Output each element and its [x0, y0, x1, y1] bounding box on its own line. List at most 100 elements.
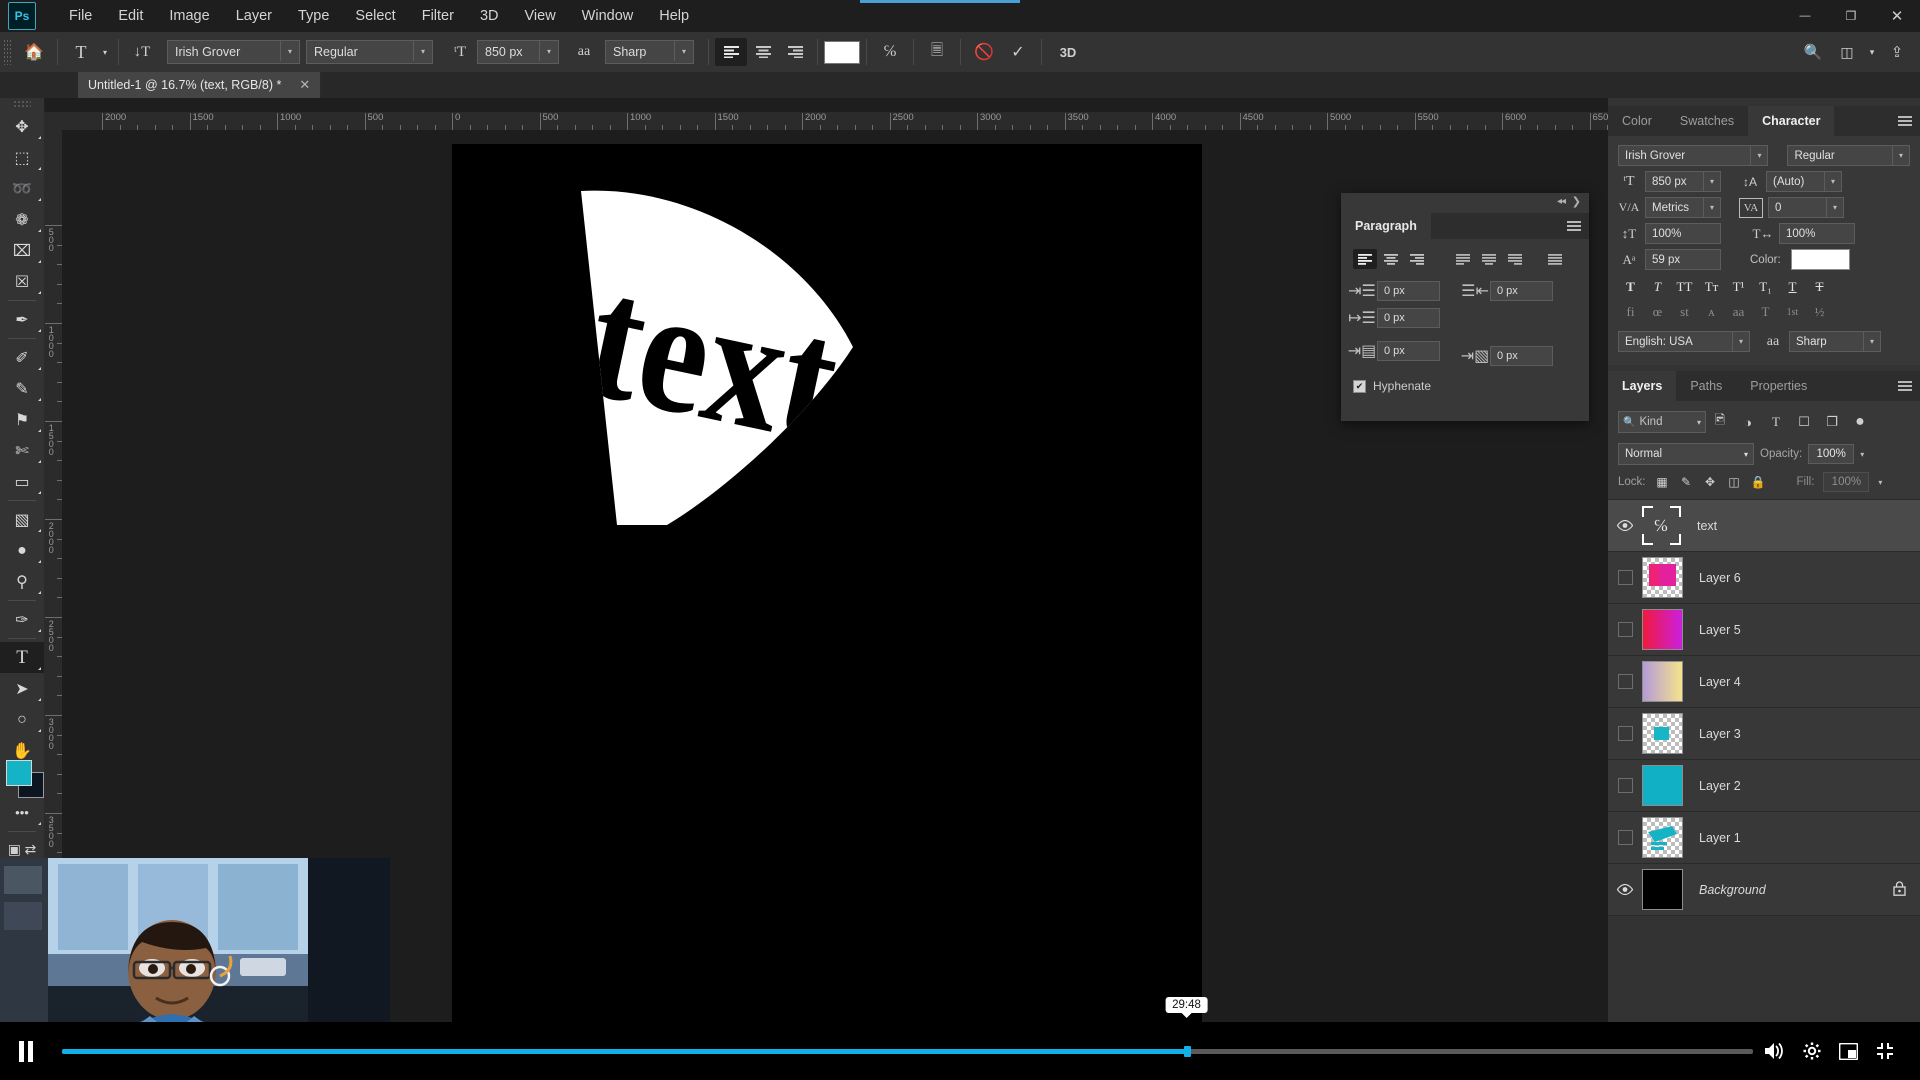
- layer-name[interactable]: text: [1697, 519, 1717, 533]
- chevron-down-icon[interactable]: ▾: [1863, 332, 1880, 351]
- screen-mode-icon[interactable]: ▣: [8, 841, 21, 858]
- video-progress-track[interactable]: 29:48: [62, 997, 1753, 1080]
- superscript-button[interactable]: T¹: [1726, 277, 1751, 297]
- commit-icon[interactable]: ✓: [1001, 38, 1035, 66]
- layer-visibility-toggle[interactable]: [1608, 778, 1642, 793]
- layer-visibility-toggle[interactable]: [1608, 622, 1642, 637]
- blur-tool[interactable]: ●: [0, 535, 44, 566]
- collapse-panel-icon[interactable]: ◂◂: [1557, 196, 1566, 207]
- pixel-filter-icon[interactable]: 🖻: [1706, 411, 1734, 433]
- justify-last-left-button[interactable]: [1451, 249, 1475, 269]
- tab-layers[interactable]: Layers: [1608, 371, 1677, 401]
- document-tab[interactable]: Untitled-1 @ 16.7% (text, RGB/8) * ✕: [78, 72, 322, 98]
- layer-name[interactable]: Layer 3: [1699, 727, 1741, 741]
- chevron-down-icon[interactable]: ▾: [539, 41, 558, 61]
- discretionary-ligatures-button[interactable]: œ: [1645, 302, 1670, 322]
- panel-menu-icon[interactable]: [1898, 381, 1912, 391]
- restore-button[interactable]: ❐: [1828, 0, 1874, 32]
- layer-row[interactable]: Layer 5: [1608, 604, 1920, 656]
- chevron-down-icon[interactable]: ▾: [1744, 450, 1748, 459]
- lock-transparent-pixels-icon[interactable]: ▦: [1655, 475, 1670, 490]
- path-selection-tool[interactable]: ➤: [0, 673, 44, 704]
- text-orientation-icon[interactable]: ↓T: [125, 38, 159, 66]
- ellipse-tool[interactable]: ○: [0, 704, 44, 735]
- tab-properties[interactable]: Properties: [1736, 371, 1821, 401]
- spot-healing-brush-tool[interactable]: ✐: [0, 342, 44, 373]
- smart-object-filter-icon[interactable]: ❐: [1818, 411, 1846, 433]
- lock-position-icon[interactable]: ✥: [1703, 475, 1718, 490]
- baseline-shift-input[interactable]: 59 px: [1645, 249, 1721, 270]
- layer-filter-kind-select[interactable]: 🔍 Kind ▾: [1618, 411, 1706, 433]
- hyphenate-checkbox[interactable]: ✔: [1353, 379, 1366, 393]
- strikethrough-button[interactable]: T: [1807, 277, 1832, 297]
- para-align-left-button[interactable]: [1353, 249, 1377, 269]
- antialias-select[interactable]: Sharp ▾: [605, 40, 694, 64]
- layer-visibility-toggle[interactable]: [1608, 674, 1642, 689]
- chevron-down-icon[interactable]: ▾: [1703, 198, 1720, 217]
- indent-right-margin-input[interactable]: 0 px: [1490, 281, 1553, 301]
- search-icon[interactable]: 🔍: [1796, 38, 1830, 66]
- filter-toggle-switch[interactable]: ●: [1846, 411, 1874, 433]
- type-filter-icon[interactable]: T: [1762, 411, 1790, 433]
- horizontal-ruler[interactable]: 2000 1500 1000 500 0 500 1000 1500 2000 2500 3000 3…: [44, 112, 1608, 131]
- rectangular-marquee-tool[interactable]: ⬚: [0, 142, 44, 173]
- layer-row[interactable]: Layer 3: [1608, 708, 1920, 760]
- chevron-down-icon[interactable]: ▾: [1750, 146, 1767, 165]
- indent-first-line-input[interactable]: 0 px: [1377, 308, 1440, 328]
- volume-icon[interactable]: [1763, 1042, 1785, 1060]
- layer-row[interactable]: Layer 6: [1608, 552, 1920, 604]
- menu-file[interactable]: File: [56, 0, 105, 32]
- fractions-button[interactable]: ½: [1807, 302, 1832, 322]
- toggle-panels-icon[interactable]: 🗏: [920, 38, 954, 66]
- layer-thumbnail[interactable]: [1642, 869, 1683, 910]
- lock-all-icon[interactable]: 🔒: [1751, 475, 1766, 490]
- justify-all-button[interactable]: [1543, 249, 1567, 269]
- horizontal-scale-input[interactable]: 100%: [1779, 223, 1855, 244]
- pen-tool[interactable]: ✑: [0, 604, 44, 635]
- layer-name[interactable]: Layer 5: [1699, 623, 1741, 637]
- chevron-down-icon[interactable]: ▾: [1826, 198, 1843, 217]
- layer-name[interactable]: Layer 6: [1699, 571, 1741, 585]
- gear-icon[interactable]: [1803, 1042, 1821, 1060]
- threed-mode-button[interactable]: 3D: [1048, 38, 1088, 66]
- chevron-down-icon[interactable]: ▾: [413, 41, 432, 61]
- chevron-down-icon[interactable]: ▾: [280, 41, 299, 61]
- adjustment-filter-icon[interactable]: ◑: [1734, 411, 1762, 433]
- layer-thumbnail[interactable]: [1642, 765, 1683, 806]
- chevron-down-icon[interactable]: ▾: [1878, 478, 1882, 487]
- layer-visibility-eye-icon[interactable]: [1608, 520, 1642, 531]
- chevron-down-icon[interactable]: ▾: [1697, 418, 1701, 427]
- char-font-size-input[interactable]: 850 px ▾: [1645, 171, 1721, 192]
- arrange-documents-icon[interactable]: ◫: [1830, 38, 1864, 66]
- panel-menu-icon[interactable]: [1898, 116, 1912, 126]
- layer-name[interactable]: Layer 2: [1699, 779, 1741, 793]
- layer-visibility-empty-box[interactable]: [1617, 778, 1633, 793]
- chevron-down-icon[interactable]: ▾: [1864, 38, 1880, 66]
- frame-tool[interactable]: ☒: [0, 266, 44, 297]
- tab-paths[interactable]: Paths: [1676, 371, 1736, 401]
- menu-type[interactable]: Type: [285, 0, 342, 32]
- char-antialias-select[interactable]: Sharp ▾: [1789, 331, 1881, 352]
- exit-fullscreen-icon[interactable]: [1876, 1042, 1894, 1060]
- para-align-center-button[interactable]: [1379, 249, 1403, 269]
- lock-image-pixels-icon[interactable]: ✎: [1679, 475, 1694, 490]
- layer-visibility-toggle[interactable]: [1608, 726, 1642, 741]
- clone-stamp-tool[interactable]: ⚑: [0, 404, 44, 435]
- swash-button[interactable]: ᴀ: [1699, 302, 1724, 322]
- text-color-swatch[interactable]: [824, 40, 860, 64]
- share-icon[interactable]: ⇪: [1880, 38, 1914, 66]
- layer-lock-icon[interactable]: [1893, 880, 1906, 899]
- chevron-down-icon[interactable]: ▾: [1892, 146, 1909, 165]
- vertical-scale-input[interactable]: 100%: [1645, 223, 1721, 244]
- miniplayer-icon[interactable]: [1839, 1042, 1858, 1060]
- font-family-select[interactable]: Irish Grover ▾: [167, 40, 300, 64]
- layer-row[interactable]: Background: [1608, 864, 1920, 916]
- tab-swatches[interactable]: Swatches: [1666, 106, 1748, 136]
- home-icon[interactable]: 🏠: [17, 38, 51, 66]
- gradient-tool[interactable]: ▧: [0, 504, 44, 535]
- justify-last-center-button[interactable]: [1477, 249, 1501, 269]
- layer-visibility-empty-box[interactable]: [1617, 830, 1633, 845]
- align-center-button[interactable]: [747, 38, 779, 66]
- small-caps-button[interactable]: Tᴛ: [1699, 277, 1724, 297]
- dodge-tool[interactable]: ⚲: [0, 566, 44, 597]
